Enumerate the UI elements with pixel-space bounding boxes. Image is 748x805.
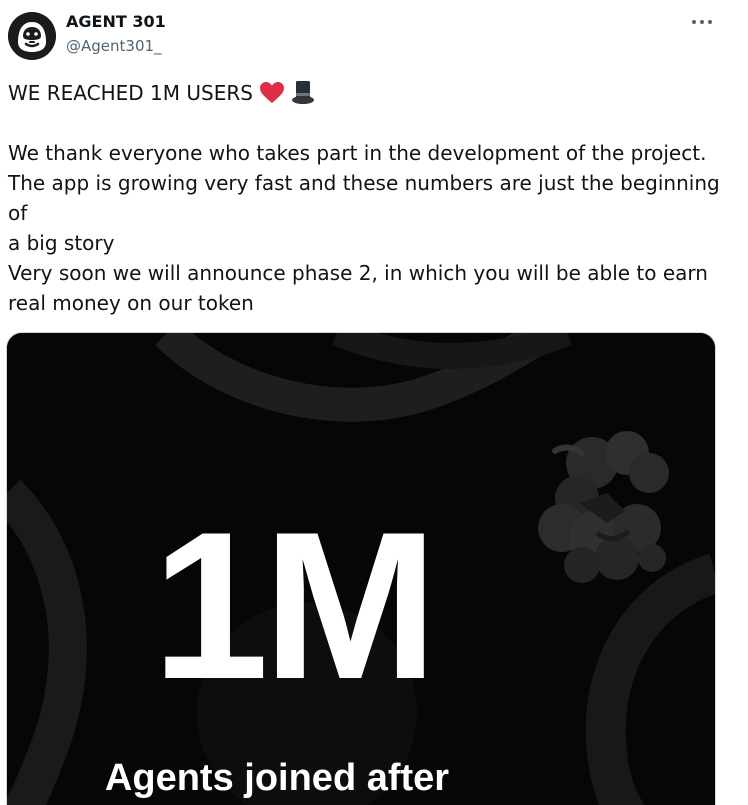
top-hat-icon xyxy=(291,81,314,104)
more-options-button[interactable] xyxy=(684,10,720,34)
author-name[interactable]: AGENT 301 xyxy=(66,12,166,31)
big-stat-text: 1M xyxy=(152,488,438,723)
stat-caption: Agents joined after xyxy=(104,757,450,799)
author-handle[interactable]: @Agent301_ xyxy=(66,37,162,55)
red-heart-icon xyxy=(259,82,284,103)
post-paragraph-1: We thank everyone who takes part in the … xyxy=(8,141,720,255)
post-paragraph-2: Very soon we will announce phase 2, in w… xyxy=(8,261,708,315)
gorilla-logo-icon xyxy=(8,12,56,60)
headline-text: WE REACHED 1M USERS xyxy=(8,81,253,105)
more-horizontal-icon xyxy=(692,20,712,24)
tweet: AGENT 301 @Agent301_ WE REACHED 1M USERS… xyxy=(0,0,748,805)
post-media-image[interactable]: 1M Agents joined after xyxy=(6,332,716,805)
post-headline: WE REACHED 1M USERS xyxy=(8,78,728,108)
avatar[interactable] xyxy=(8,12,56,60)
